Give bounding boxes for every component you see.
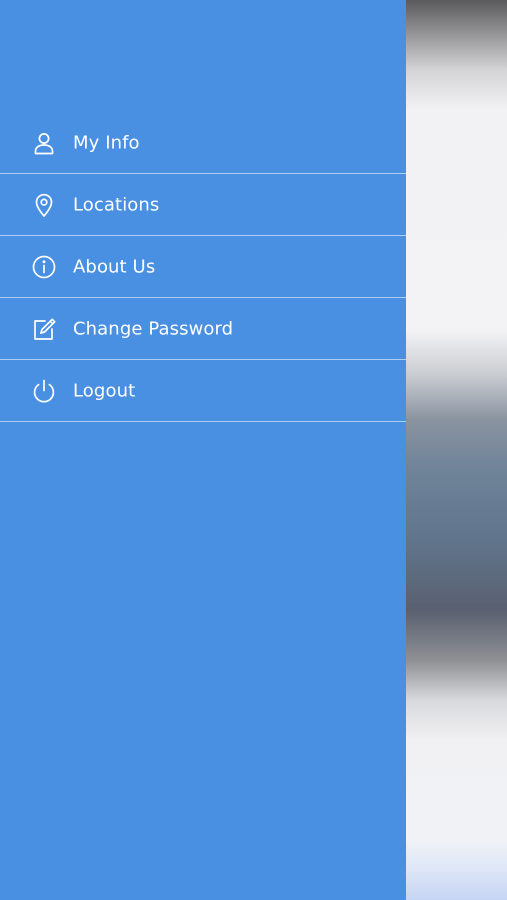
info-icon bbox=[31, 254, 57, 280]
user-icon bbox=[31, 130, 57, 156]
menu-item-label: Locations bbox=[73, 194, 160, 215]
menu-item-label: My Info bbox=[73, 132, 140, 153]
menu-item-label: Logout bbox=[73, 380, 136, 401]
drawer-menu: My Info Locations About Us Change Passwo… bbox=[0, 112, 406, 422]
power-icon bbox=[31, 378, 57, 404]
location-pin-icon bbox=[31, 192, 57, 218]
menu-item-logout[interactable]: Logout bbox=[0, 360, 406, 422]
menu-item-label: Change Password bbox=[73, 318, 234, 339]
menu-item-about-us[interactable]: About Us bbox=[0, 236, 406, 298]
menu-item-locations[interactable]: Locations bbox=[0, 174, 406, 236]
edit-icon bbox=[31, 316, 57, 342]
menu-item-my-info[interactable]: My Info bbox=[0, 112, 406, 174]
side-drawer: My Info Locations About Us Change Passwo… bbox=[0, 0, 406, 900]
app-screen: My Info Locations About Us Change Passwo… bbox=[0, 0, 507, 900]
menu-item-label: About Us bbox=[73, 256, 156, 277]
menu-item-change-password[interactable]: Change Password bbox=[0, 298, 406, 360]
